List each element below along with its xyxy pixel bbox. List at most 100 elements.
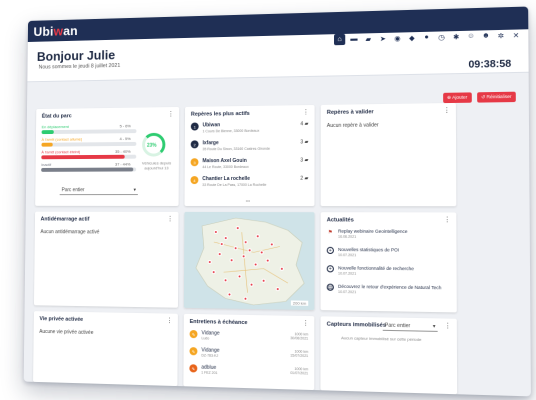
news-title: Replay webinaire Geointelligence (338, 228, 408, 234)
user-icon[interactable]: ☻ (480, 30, 492, 42)
news-item[interactable]: ▤ Découvrez le retour d'expérience de Nat… (326, 283, 451, 296)
map-marker[interactable] (219, 242, 224, 247)
empty-state: Aucun repère à valider (326, 122, 379, 130)
close-icon[interactable]: ✕ (510, 29, 522, 41)
map-marker[interactable] (211, 270, 216, 275)
diamond-icon[interactable]: ◆ (406, 32, 418, 43)
landmark-badge: 3 (190, 158, 199, 167)
maintenance-item[interactable]: ✎ Vidange DZ-783-KJ 1000 km 15/07/2021 (189, 347, 308, 360)
news-item[interactable]: + Nouvelle fonctionnalité de recherche 10.… (326, 265, 451, 277)
more-menu-icon[interactable]: ⋮ (444, 217, 451, 224)
maintenance-item[interactable]: ✎ adblue 1 FEZ 201 1000 km 01/07/2021 (189, 364, 308, 377)
landmark-name: Chantier La rochelle (202, 175, 251, 183)
landmark-row[interactable]: 2 Ixfarge 35 Route Du Sinon, 33160 Castres… (190, 139, 308, 152)
ubiwan-logo[interactable]: Ubiwan (33, 23, 77, 39)
landmark-badge: 1 (190, 122, 199, 131)
page-title: Bonjour Julie (36, 47, 116, 64)
map-marker[interactable] (255, 234, 260, 239)
map-pin-icon[interactable]: ● (421, 32, 433, 43)
map-card[interactable]: 200 km (183, 211, 315, 311)
more-menu-icon[interactable]: ⋮ (167, 111, 174, 118)
news-date: 16.06.2021 (338, 234, 357, 239)
map-marker[interactable] (243, 296, 248, 301)
maintenance-text: adblue 1 FEZ 201 (201, 365, 217, 376)
map-marker[interactable] (217, 252, 222, 257)
empty-state: Aucun capteur immobilisé sur cette pério… (341, 335, 422, 343)
landmark-text: Chantier La rochelle 33 Route De La Pass,… (202, 176, 296, 187)
map-marker[interactable] (247, 248, 252, 253)
alarm-icon[interactable]: ◷ (436, 31, 448, 43)
map-marker[interactable] (265, 258, 270, 263)
news-card: Actualités ⋮ ⚑ Replay webinaire Geointell… (320, 212, 457, 313)
landmark-count: 2 ▰ (300, 175, 309, 182)
news-date: 10.07.2021 (338, 271, 357, 276)
map-marker[interactable] (233, 246, 238, 251)
map-marker[interactable] (237, 274, 242, 279)
landmark-row[interactable]: 4 Chantier La rochelle 33 Route De La Pass… (190, 176, 308, 187)
maintenance-date: 15/07/2021 (290, 353, 309, 359)
news-date: 10.07.2021 (338, 289, 357, 295)
map-marker[interactable] (249, 282, 254, 287)
ring-value: 23% (146, 142, 157, 149)
immobilized-sensors-card: Capteurs immobilisés Parc entier ▾ ⋮ Aucu… (320, 316, 458, 395)
car-icon[interactable]: ▰ (363, 33, 374, 44)
map-marker[interactable] (229, 258, 234, 263)
map-marker[interactable] (279, 266, 284, 271)
maintenance-item[interactable]: ✎ Vidange Ludo 1000 km 30/06/2021 (189, 330, 308, 343)
reset-button[interactable]: ↺ Réinitialiser (476, 91, 516, 103)
clock: 09:38:58 (468, 58, 512, 71)
map-marker[interactable] (259, 250, 264, 255)
action-buttons: ⊕ Ajouter ↺ Réinitialiser (442, 91, 516, 104)
more-menu-icon[interactable]: ⋮ (443, 107, 450, 114)
landmark-row[interactable]: 3 Maison Axel Gouin 44 Le Route, 33000 Bor… (190, 157, 309, 170)
landmark-text: Ubiwan 1 Cours De Bienne, 33000 Bordeaux (203, 121, 297, 133)
map-marker[interactable] (269, 242, 274, 247)
home-icon[interactable]: ⌂ (334, 33, 346, 46)
more-dots[interactable]: ••• (246, 198, 250, 203)
card-title: État du parc (41, 113, 72, 120)
plus-icon: + (326, 265, 334, 273)
add-button[interactable]: ⊕ Ajouter (442, 92, 472, 104)
map-marker[interactable] (207, 260, 212, 265)
map-marker[interactable] (223, 278, 228, 283)
maintenance-vehicle: Ludo (201, 336, 210, 341)
status-label: Inactif (41, 162, 52, 168)
map-marker[interactable] (275, 287, 280, 292)
truck-icon[interactable]: ▬ (348, 34, 359, 45)
gear-icon[interactable]: ✲ (495, 30, 507, 42)
location-icon[interactable]: ◉ (392, 32, 403, 43)
landmark-row[interactable]: 1 Ubiwan 1 Cours De Bienne, 33000 Bordeaux… (190, 121, 308, 133)
maintenance-date: 01/07/2021 (290, 370, 309, 376)
tools-icon[interactable]: ✱ (450, 31, 462, 43)
flag-icon: ⚑ (328, 229, 333, 236)
map-marker[interactable] (227, 292, 232, 297)
card-title: Vie privée activée (39, 316, 84, 323)
fleet-select[interactable]: Parc entier ▾ (59, 186, 138, 196)
map-marker[interactable] (213, 229, 218, 235)
landmark-address: 35 Route Du Sinon, 33160 Castres-Gironde (202, 146, 270, 152)
maintenance-due: 1000 km 30/06/2021 (290, 332, 308, 340)
map-marker[interactable] (223, 236, 228, 241)
status-label: En déplacement (41, 124, 69, 130)
more-menu-icon[interactable]: ⋮ (302, 320, 309, 327)
map-marker[interactable] (243, 240, 248, 245)
more-menu-icon[interactable]: ⋮ (302, 109, 309, 116)
map-land (183, 211, 315, 311)
send-icon[interactable]: ➤ (377, 33, 388, 44)
status-percent: 37 - 44% (115, 161, 131, 167)
landmark-count: 3 ▰ (300, 157, 309, 164)
france-map[interactable]: 200 km (183, 211, 315, 311)
map-marker[interactable] (241, 254, 246, 259)
more-menu-icon[interactable]: ⋮ (167, 216, 174, 223)
map-marker[interactable] (235, 226, 240, 231)
news-item[interactable]: ⚑ Replay webinaire Geointelligence 16.06.2… (327, 228, 450, 239)
map-marker[interactable] (253, 262, 258, 267)
more-menu-icon[interactable]: ⋮ (166, 318, 173, 325)
more-menu-icon[interactable]: ⋮ (444, 323, 452, 330)
news-item[interactable]: + Nouvelles statistiques de POI 10.07.2021 (326, 246, 450, 258)
card-title: Capteurs immobilisés (326, 321, 387, 329)
users-icon[interactable]: ☺ (465, 31, 477, 43)
map-marker[interactable] (261, 278, 266, 283)
wrench-icon: ✎ (189, 347, 198, 356)
sensor-fleet-select[interactable]: Parc entier ▾ (382, 321, 438, 332)
